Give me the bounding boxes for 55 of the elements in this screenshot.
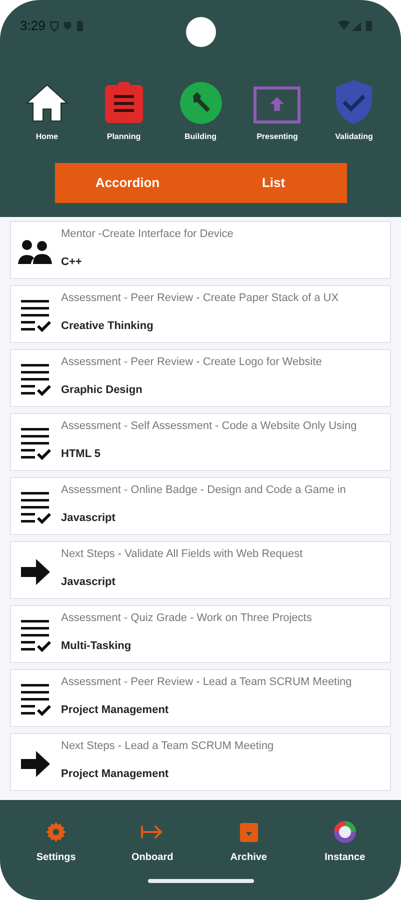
view-tab[interactable]: List: [200, 163, 346, 203]
checklist-icon: [21, 363, 51, 397]
checklist-icon: [21, 491, 51, 525]
nav-button[interactable]: Onboard: [117, 820, 188, 865]
task-skill: Javascript: [61, 574, 116, 590]
task-skill: HTML 5: [61, 446, 102, 462]
task-card[interactable]: Assessment - Online Badge - Design and Code a Game in Javascript: [10, 477, 391, 535]
task-card[interactable]: Assessment - Peer Review - Create Logo for Website Graphic Design: [10, 349, 391, 407]
task-skill: Project Management: [61, 766, 170, 782]
task-title: Assessment - Peer Review - Create Logo for Website: [61, 355, 322, 370]
task-skill: Multi-Tasking: [61, 638, 132, 654]
task-card[interactable]: Assessment - Quiz Grade - Work on Three Projects Multi-Tasking: [10, 605, 391, 663]
checklist-icon: [21, 619, 51, 653]
task-title: Assessment - Online Badge - Design and Code a Game in: [61, 483, 346, 498]
task-title: Assessment - Quiz Grade - Work on Three Projects: [61, 611, 312, 626]
task-skill: Graphic Design: [61, 382, 144, 398]
task-card[interactable]: Next Steps - Lead a Team SCRUM Meeting Project Management: [10, 733, 391, 791]
presentation-icon: [253, 85, 302, 125]
arrow-right-icon: [21, 750, 51, 778]
task-title: Mentor -Create Interface for Device: [61, 227, 234, 242]
task-skill: Javascript: [61, 510, 116, 526]
task-card[interactable]: Assessment - Peer Review - Lead a Team SCRUM Meeting Project Management: [10, 669, 391, 727]
task-card[interactable]: Assessment - Peer Review - Create Paper Stack of a UX Creative Thinking: [10, 285, 391, 343]
nav-button[interactable]: Settings: [21, 820, 92, 865]
nav-button[interactable]: Instance: [310, 820, 380, 865]
category-button[interactable]: Planning: [88, 79, 159, 143]
category-button[interactable]: Building: [166, 79, 236, 143]
category-button[interactable]: Home: [12, 79, 82, 143]
view-tab[interactable]: Accordion: [54, 163, 200, 203]
task-title: Assessment - Peer Review - Create Paper Stack of a UX: [61, 291, 339, 306]
checklist-icon: [21, 683, 51, 717]
settings-icon: [45, 821, 68, 843]
archive-box-icon: [238, 821, 259, 843]
camera-cutout: [186, 17, 216, 47]
task-title: Next Steps - Validate All Fields with Web Request: [61, 547, 303, 562]
task-card[interactable]: Assessment - Self Assessment - Code a Website Only Using HTML 5: [10, 413, 391, 471]
shield-check-icon: [334, 79, 374, 125]
task-skill: Creative Thinking: [61, 318, 154, 334]
task-skill: Project Management: [61, 702, 170, 718]
category-button[interactable]: Presenting: [242, 79, 312, 143]
task-skill: C++: [61, 254, 83, 270]
checklist-icon: [21, 427, 51, 461]
task-card[interactable]: Next Steps - Validate All Fields with Web Request Javascript: [10, 541, 391, 599]
task-title: Next Steps - Lead a Team SCRUM Meeting: [61, 739, 274, 754]
task-card[interactable]: Mentor -Create Interface for Device C++: [10, 221, 391, 279]
nav-button[interactable]: Archive: [214, 820, 284, 865]
task-title: Assessment - Peer Review - Lead a Team SCRUM Meeting: [61, 675, 352, 690]
status-time: 3:29: [20, 17, 46, 36]
colorful-circle-icon: [332, 820, 357, 844]
checklist-icon: [21, 299, 51, 333]
people-icon: [18, 238, 54, 266]
arrow-right-icon: [21, 558, 51, 586]
status-icons: [49, 20, 86, 32]
category-button[interactable]: Validating: [319, 79, 389, 143]
task-title: Assessment - Self Assessment - Code a Website Only Using: [61, 419, 357, 434]
